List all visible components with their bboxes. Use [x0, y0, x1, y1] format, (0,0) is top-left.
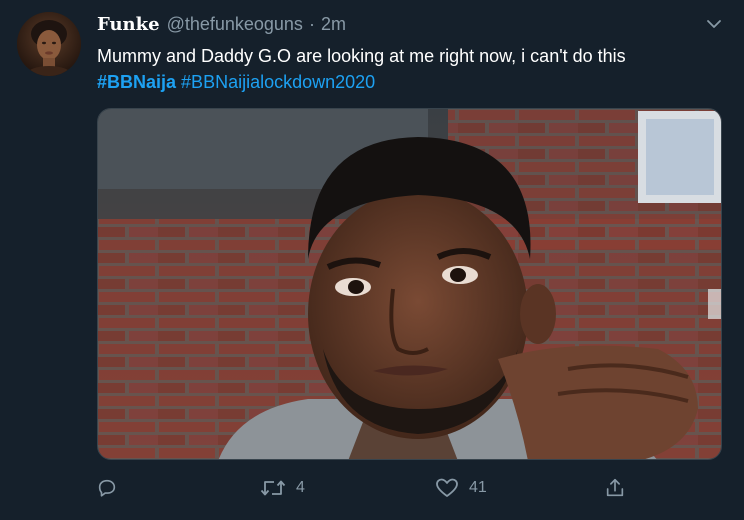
- retweet-count: 4: [296, 479, 305, 496]
- avatar[interactable]: [17, 12, 81, 76]
- share-button[interactable]: [604, 474, 626, 502]
- retweet-icon: [260, 480, 286, 496]
- heart-icon: [436, 478, 458, 497]
- reply-button[interactable]: [96, 474, 128, 502]
- tweet-body: Mummy and Daddy G.O are looking at me ri…: [97, 46, 626, 66]
- avatar-image: [17, 12, 81, 76]
- like-count: 41: [469, 479, 487, 496]
- like-button[interactable]: 41: [435, 474, 487, 502]
- share-icon: [606, 478, 624, 497]
- separator-dot: ·: [308, 14, 315, 34]
- display-name[interactable]: Funke: [97, 14, 160, 35]
- hashtag-link[interactable]: #BBNaijialockdown2020: [181, 72, 375, 92]
- media-image: [98, 109, 721, 459]
- user-handle[interactable]: @thefunkeoguns: [167, 14, 303, 35]
- retweet-button[interactable]: 4: [260, 474, 305, 502]
- tweet-text: Mummy and Daddy G.O are looking at me ri…: [97, 43, 727, 95]
- chevron-down-icon: [707, 20, 721, 28]
- more-options-button[interactable]: [702, 12, 726, 36]
- hashtag-link[interactable]: #BBNaija: [97, 72, 176, 92]
- tweet-header: Funke @thefunkeoguns · 2m: [97, 14, 346, 36]
- reply-icon: [98, 479, 116, 497]
- tweet-media[interactable]: [97, 108, 722, 460]
- tweet-time[interactable]: 2m: [321, 14, 346, 35]
- tweet-card[interactable]: Funke @thefunkeoguns · 2m Mummy and Dadd…: [0, 0, 744, 520]
- tweet-actions: 4 41: [96, 474, 636, 502]
